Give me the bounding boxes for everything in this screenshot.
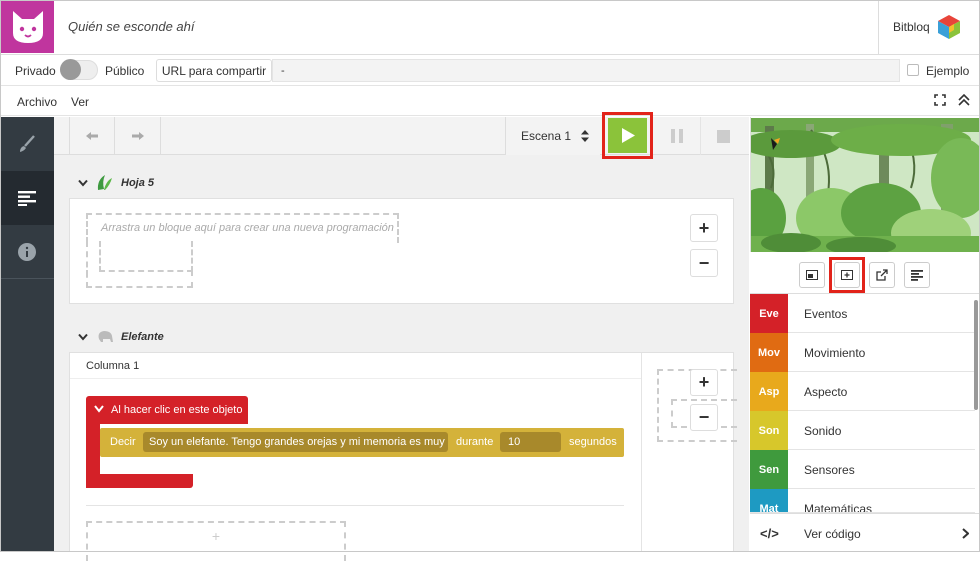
- window-frame: [0, 0, 980, 552]
